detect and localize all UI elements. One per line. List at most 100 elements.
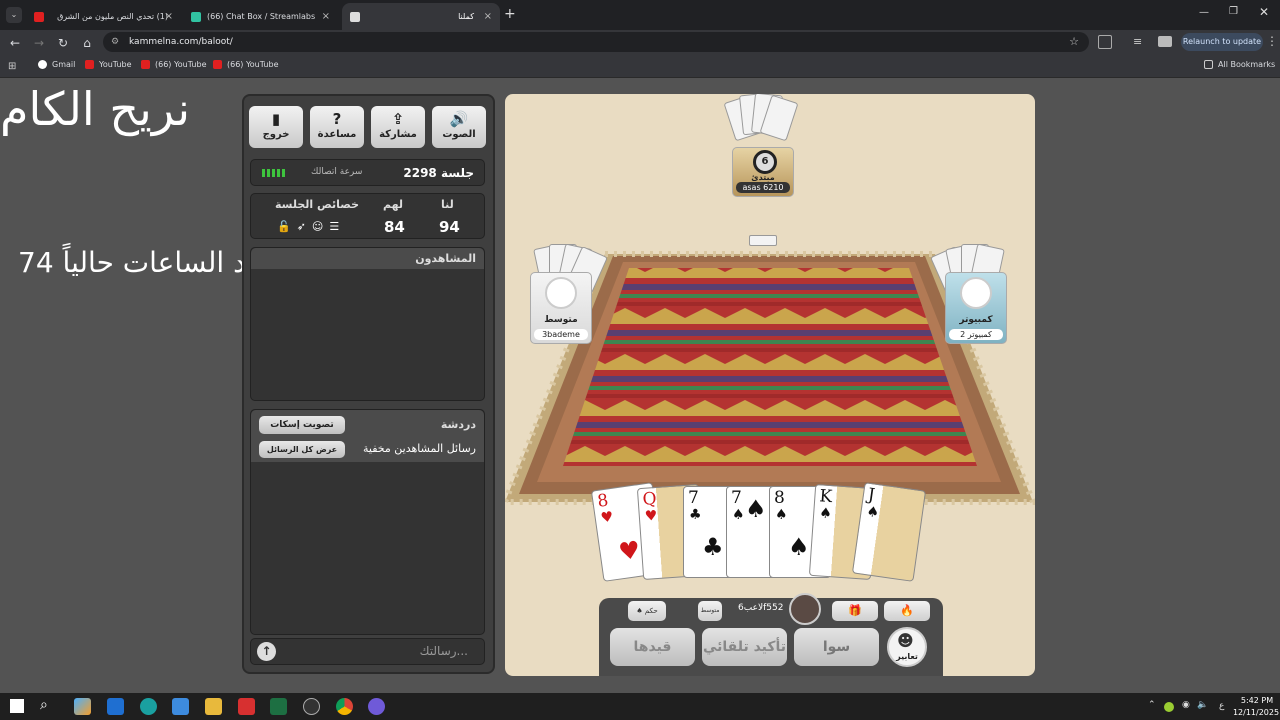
forward-icon[interactable]: → <box>31 35 47 51</box>
gift-icon: 🎁 <box>848 604 862 617</box>
all-bookmarks[interactable]: All Bookmarks <box>1204 60 1275 69</box>
sound-button[interactable]: 🔊 الصوت <box>432 106 486 148</box>
home-icon[interactable]: ⌂ <box>79 35 95 51</box>
menu-icon[interactable]: ⋮ <box>1266 34 1278 48</box>
chrome-icon[interactable] <box>336 698 353 715</box>
wifi-icon[interactable]: ◉ <box>1182 700 1190 710</box>
left-player[interactable]: متوسط 3bademe <box>530 272 592 344</box>
tab-title: كملنا <box>458 12 474 21</box>
relaunch-button[interactable]: Relaunch to update <box>1181 33 1263 51</box>
bookmark-youtube-2[interactable]: (66) YouTube <box>141 60 207 69</box>
top-player[interactable]: 6 مبتدئ asas 6210 <box>732 147 794 197</box>
clubs-icon: ♣ <box>702 533 724 561</box>
mute-vote-button[interactable]: تصويت إسكات <box>259 416 345 434</box>
my-avatar <box>789 593 821 625</box>
bookmark-label: YouTube <box>99 60 132 69</box>
button-label: مساعدة <box>317 129 357 140</box>
clock-date[interactable]: 12/11/2025 <box>1232 708 1280 717</box>
spade-icon: ♠ <box>636 607 643 615</box>
hearts-icon: ♥ <box>616 535 643 567</box>
clock-time[interactable]: 5:42 PM <box>1237 696 1277 705</box>
bookmark-gmail[interactable]: Gmail <box>38 60 75 69</box>
share-button[interactable]: ⇪ مشاركة <box>371 106 425 148</box>
store-icon[interactable] <box>172 698 189 715</box>
tray-app-icon[interactable] <box>1164 702 1174 712</box>
tray-chevron-icon[interactable]: ⌃ <box>1148 700 1156 710</box>
hearts-icon: ♥ <box>644 507 658 525</box>
bookmark-youtube-3[interactable]: (66) YouTube <box>213 60 279 69</box>
tab-kammelna[interactable]: كملنا × <box>342 3 500 30</box>
help-icon: ? <box>332 110 342 128</box>
my-level-badge: متوسط <box>698 601 722 621</box>
hokm-button[interactable]: ♠ حكم <box>628 601 666 621</box>
close-icon[interactable]: × <box>165 11 173 22</box>
message-input-box[interactable]: رسالتك... ↑ <box>250 638 485 665</box>
gift-button[interactable]: 🎁 <box>832 601 878 621</box>
button-label: سوا <box>822 639 851 655</box>
tab-search-icon[interactable]: ⌄ <box>6 7 22 23</box>
clubs-icon: ♣ <box>689 507 702 523</box>
hand-card-j-spades[interactable]: J ♠ <box>851 482 927 582</box>
tab-title: (66) Chat Box / Streamlabs <box>207 12 316 21</box>
wps-icon[interactable] <box>238 698 255 715</box>
fire-button[interactable]: 🔥 <box>884 601 930 621</box>
speaker-tray-icon[interactable]: 🔈 <box>1197 700 1208 710</box>
expressions-button[interactable]: ☻ تعابير <box>887 627 927 667</box>
bookmark-star-icon[interactable]: ☆ <box>1069 32 1079 52</box>
show-all-msgs-button[interactable]: عرض كل الرسائل <box>259 441 345 458</box>
button-label: خروج <box>262 129 290 140</box>
close-window-icon[interactable]: ✕ <box>1259 5 1269 19</box>
windows-start-icon[interactable] <box>10 699 24 713</box>
streamlabs-icon <box>191 11 201 22</box>
minimize-icon[interactable]: — <box>1199 7 1209 18</box>
message-input[interactable]: رسالتك... <box>420 644 468 658</box>
tab-streamlabs[interactable]: (66) Chat Box / Streamlabs × <box>183 3 338 30</box>
google-icon <box>38 60 47 69</box>
media-icon[interactable]: ≡ <box>1133 35 1142 48</box>
back-icon[interactable]: ← <box>7 35 23 51</box>
streamlabs-icon[interactable] <box>368 698 385 715</box>
site-info-icon[interactable]: ⚙ <box>111 32 119 52</box>
close-icon[interactable]: × <box>322 11 330 22</box>
spectator-msgs-hidden: رسائل المشاهدين مخفية <box>363 442 476 455</box>
translate-icon[interactable] <box>1098 35 1112 49</box>
send-arrow-icon[interactable]: ↑ <box>257 642 276 661</box>
reload-icon[interactable]: ↻ <box>55 35 71 51</box>
right-player[interactable]: كمبيوتر كمبيوتر 2 <box>945 272 1007 344</box>
exit-button[interactable]: ▮ خروج <box>249 106 303 148</box>
url-input[interactable]: ⚙ kammelna.com/baloot/ ☆ <box>103 32 1089 52</box>
spades-icon: ♠ <box>745 495 767 523</box>
my-name: لاعب6f552 <box>738 603 784 613</box>
button-label: الصوت <box>442 129 476 140</box>
outlook-icon[interactable] <box>107 698 124 715</box>
button-label: تعابير <box>896 652 918 661</box>
spectators-label: المشاهدون <box>415 252 476 265</box>
qaidha-button[interactable]: قيدها <box>610 628 695 666</box>
edge-icon[interactable] <box>140 698 157 715</box>
card-rank: 7 <box>731 488 742 508</box>
session-number: جلسة 2298 <box>403 166 474 180</box>
excel-icon[interactable] <box>270 698 287 715</box>
search-icon[interactable]: ⌕ <box>40 697 48 713</box>
apps-grid-icon[interactable]: ⊞ <box>8 61 16 72</box>
bookmark-youtube[interactable]: YouTube <box>85 60 132 69</box>
bookmark-label: (66) YouTube <box>227 60 279 69</box>
avatar <box>960 277 992 309</box>
card-rank: Q <box>641 488 658 510</box>
sawa-button[interactable]: سوا <box>794 628 879 666</box>
file-explorer-icon[interactable] <box>205 698 222 715</box>
new-tab-button[interactable]: + <box>504 6 516 22</box>
tab-bar: ⌄ (1) تحدي النص مليون من الشرق × (66) Ch… <box>0 0 1280 30</box>
help-button[interactable]: ? مساعدة <box>310 106 364 148</box>
keyboard-lang[interactable]: ع <box>1219 701 1224 711</box>
close-icon[interactable]: × <box>484 11 492 22</box>
chat-label: دردشة <box>440 418 476 431</box>
auto-confirm-button[interactable]: تأكيد تلقائي <box>702 628 787 666</box>
copilot-icon[interactable] <box>74 698 91 715</box>
extension-icon[interactable] <box>1158 36 1172 47</box>
obs-icon[interactable] <box>303 698 320 715</box>
card-rank: J <box>866 484 877 506</box>
tab-youtube[interactable]: (1) تحدي النص مليون من الشرق × <box>26 3 181 30</box>
restore-icon[interactable]: ❐ <box>1229 6 1238 17</box>
bookmark-label: Gmail <box>52 60 76 69</box>
